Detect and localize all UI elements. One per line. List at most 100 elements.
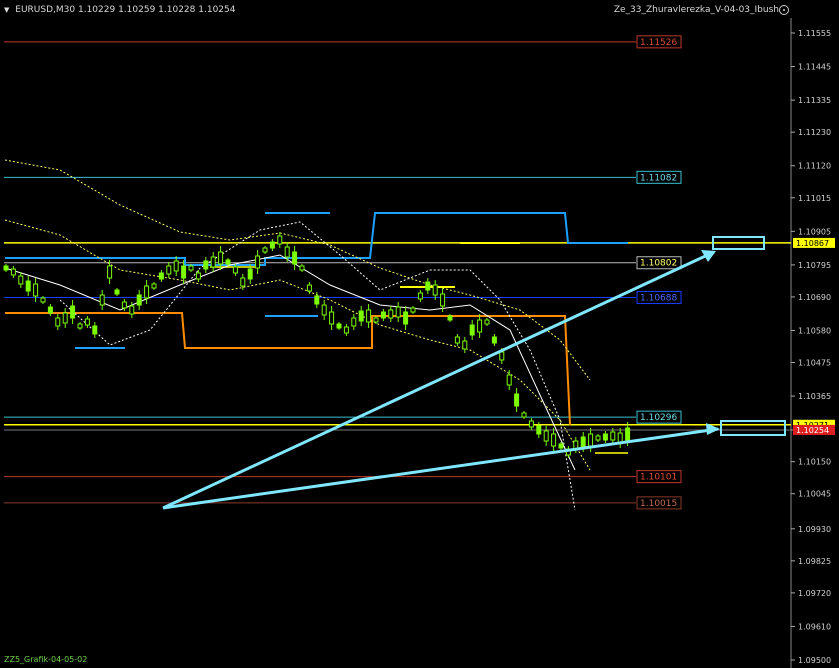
price-tick-label: 1.09720 bbox=[798, 589, 831, 598]
price-tick-label: 1.09610 bbox=[798, 622, 831, 631]
candle-body bbox=[410, 307, 416, 313]
candle-body bbox=[580, 436, 586, 448]
candle-body bbox=[388, 309, 394, 319]
candle-body bbox=[366, 309, 372, 323]
trend-arrows-layer bbox=[162, 236, 786, 510]
price-axis-tag-label: 1.10254 bbox=[796, 426, 829, 435]
candle-body bbox=[373, 317, 379, 323]
candle-body bbox=[521, 412, 527, 418]
candle-body bbox=[277, 235, 283, 245]
candle-body bbox=[62, 312, 68, 324]
candle-body bbox=[336, 323, 342, 329]
candle-body bbox=[232, 266, 238, 274]
candle-body bbox=[588, 433, 594, 447]
candle-body bbox=[543, 430, 549, 442]
price-tick-label: 1.10580 bbox=[798, 326, 831, 335]
level-tag-label: 1.10101 bbox=[640, 473, 677, 483]
candle-body bbox=[454, 336, 460, 344]
level-tag-label: 1.10015 bbox=[640, 499, 677, 509]
candle-body bbox=[247, 268, 253, 280]
ohlc-close: 1.10254 bbox=[198, 5, 236, 15]
candle-body bbox=[107, 265, 113, 279]
white-envelope bbox=[59, 221, 576, 511]
candle-body bbox=[129, 305, 135, 315]
candle-body bbox=[114, 289, 120, 295]
candle-body bbox=[499, 351, 505, 361]
candle-body bbox=[121, 301, 127, 309]
ohlc-open: 1.10229 bbox=[77, 5, 116, 15]
indicator-title: Ze_33_Zhuravlerezka_V-04-03_Ibush bbox=[613, 5, 779, 15]
candle-body bbox=[447, 315, 453, 321]
candle-body bbox=[469, 324, 475, 336]
price-tick-label: 1.11230 bbox=[798, 128, 831, 137]
candle-body bbox=[329, 311, 335, 325]
candle-body bbox=[314, 295, 320, 305]
candle-body bbox=[417, 292, 423, 300]
orange-step-line bbox=[5, 312, 571, 426]
ohlc-high: 1.10259 bbox=[118, 5, 156, 15]
chart-window[interactable]: 1.11526 1.11082 1.10802 1.10688 1.10296 1.101… bbox=[0, 0, 839, 668]
price-tick-label: 1.11445 bbox=[798, 63, 831, 72]
candle-body bbox=[92, 325, 98, 335]
price-tick-label: 1.09825 bbox=[798, 557, 831, 566]
candle-body bbox=[403, 311, 409, 325]
candle-body bbox=[262, 247, 268, 253]
gear-circle-icon[interactable] bbox=[779, 5, 789, 15]
price-axis-tag-label: 1.10867 bbox=[796, 239, 829, 248]
candle-body bbox=[491, 336, 497, 344]
target-box bbox=[720, 420, 786, 436]
candle-body bbox=[225, 259, 231, 265]
price-tick-label: 1.10365 bbox=[798, 392, 831, 401]
candle-body bbox=[299, 265, 305, 271]
candle-body bbox=[595, 435, 601, 441]
candle-body bbox=[210, 256, 216, 268]
candle-body bbox=[284, 246, 290, 258]
collapse-triangle-icon[interactable]: ▼ bbox=[4, 6, 9, 14]
candle-body bbox=[3, 265, 9, 271]
candle-body bbox=[602, 433, 608, 441]
candle-body bbox=[380, 311, 386, 319]
symbol-label: EURUSD,M30 bbox=[15, 5, 76, 15]
candle-body bbox=[173, 260, 179, 272]
candle-body bbox=[181, 265, 187, 279]
price-chart[interactable]: 1.11526 1.11082 1.10802 1.10688 1.10296 1.101… bbox=[0, 0, 839, 668]
candle-body bbox=[551, 433, 557, 447]
candle-body bbox=[292, 251, 298, 265]
price-tick-label: 1.11335 bbox=[798, 96, 831, 105]
candle-body bbox=[84, 318, 90, 326]
ohlc-low: 1.10228 bbox=[158, 5, 196, 15]
candle-body bbox=[477, 319, 483, 333]
price-axis[interactable]: 1.11555 1.11445 1.11335 1.11230 1.11120 1.110… bbox=[791, 29, 835, 665]
candle-body bbox=[218, 251, 224, 265]
candle-body bbox=[358, 310, 364, 322]
candle-body bbox=[195, 272, 201, 280]
candle-body bbox=[25, 280, 31, 292]
candle-body bbox=[425, 281, 431, 291]
candle-body bbox=[321, 304, 327, 316]
candle-body bbox=[514, 393, 520, 407]
candle-body bbox=[255, 255, 261, 269]
price-tick-label: 1.10045 bbox=[798, 490, 831, 499]
price-tick-label: 1.09930 bbox=[798, 525, 831, 534]
price-tick-label: 1.10475 bbox=[798, 359, 831, 368]
candle-body bbox=[151, 283, 157, 289]
candle-body bbox=[506, 374, 512, 386]
price-tick-label: 1.10795 bbox=[798, 261, 831, 270]
level-tag-label: 1.10802 bbox=[640, 259, 677, 269]
price-tick-label: 1.10905 bbox=[798, 227, 831, 236]
candle-body bbox=[203, 260, 209, 270]
candle-body bbox=[188, 265, 194, 271]
candle-body bbox=[306, 284, 312, 292]
price-tick-label: 1.11015 bbox=[798, 194, 831, 203]
candle-body bbox=[77, 323, 83, 329]
price-tick-label: 1.11555 bbox=[798, 29, 831, 38]
price-tick-label: 1.10150 bbox=[798, 458, 831, 467]
symbol-header: ▼ EURUSD,M30 1.10229 1.10259 1.10228 1.1… bbox=[4, 5, 235, 15]
level-tag-label: 1.11526 bbox=[640, 38, 677, 48]
price-tick-label: 1.10690 bbox=[798, 293, 831, 302]
candle-body bbox=[70, 305, 76, 319]
candle-body bbox=[440, 293, 446, 307]
candle-body bbox=[47, 306, 53, 314]
price-tick-label: 1.09500 bbox=[798, 656, 831, 665]
footer-label: ZZ5_Grafik-04-05-02 bbox=[4, 655, 88, 664]
